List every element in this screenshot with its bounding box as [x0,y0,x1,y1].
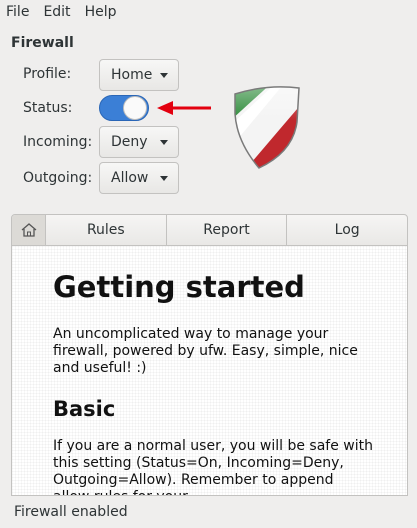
chevron-down-icon [160,139,168,145]
arrow-pointer-icon [157,101,211,115]
firewall-shield-logo [234,86,300,169]
status-toggle[interactable] [99,95,149,121]
content-intro: An uncomplicated way to manage your fire… [53,326,358,376]
chevron-down-icon [160,72,169,78]
toggle-knob [123,96,147,120]
menu-file[interactable]: File [0,0,36,24]
tab-log-label: Log [334,222,360,238]
menu-help[interactable]: Help [78,0,124,24]
tab-rules-label: Rules [86,222,125,238]
incoming-value: Deny [111,134,148,150]
tab-report[interactable]: Report [167,215,288,245]
tab-report-label: Report [203,222,250,238]
status-bar-text: Firewall enabled [14,504,128,520]
profile-dropdown[interactable]: Home [99,59,179,91]
status-label: Status: [23,100,73,116]
tab-rules[interactable]: Rules [46,215,167,245]
incoming-label: Incoming: [23,134,93,150]
content-subheading: Basic [53,397,116,421]
outgoing-label: Outgoing: [23,170,93,186]
tab-home[interactable] [12,215,46,245]
tab-log[interactable]: Log [287,215,407,245]
content-body: If you are a normal user, you will be sa… [53,438,374,495]
profile-label: Profile: [23,66,72,82]
menu-edit[interactable]: Edit [36,0,77,24]
section-title: Firewall [11,35,74,51]
outgoing-dropdown[interactable]: Allow [99,162,179,194]
incoming-dropdown[interactable]: Deny [99,126,179,158]
chevron-down-icon [160,175,168,181]
profile-value: Home [111,67,153,83]
menu-bar: File Edit Help [0,0,417,24]
tab-strip: Rules Report Log [11,214,408,246]
outgoing-value: Allow [111,170,149,186]
home-icon [21,223,36,237]
content-heading: Getting started [53,270,305,304]
help-content-panel[interactable]: Getting started An uncomplicated way to … [11,246,408,496]
